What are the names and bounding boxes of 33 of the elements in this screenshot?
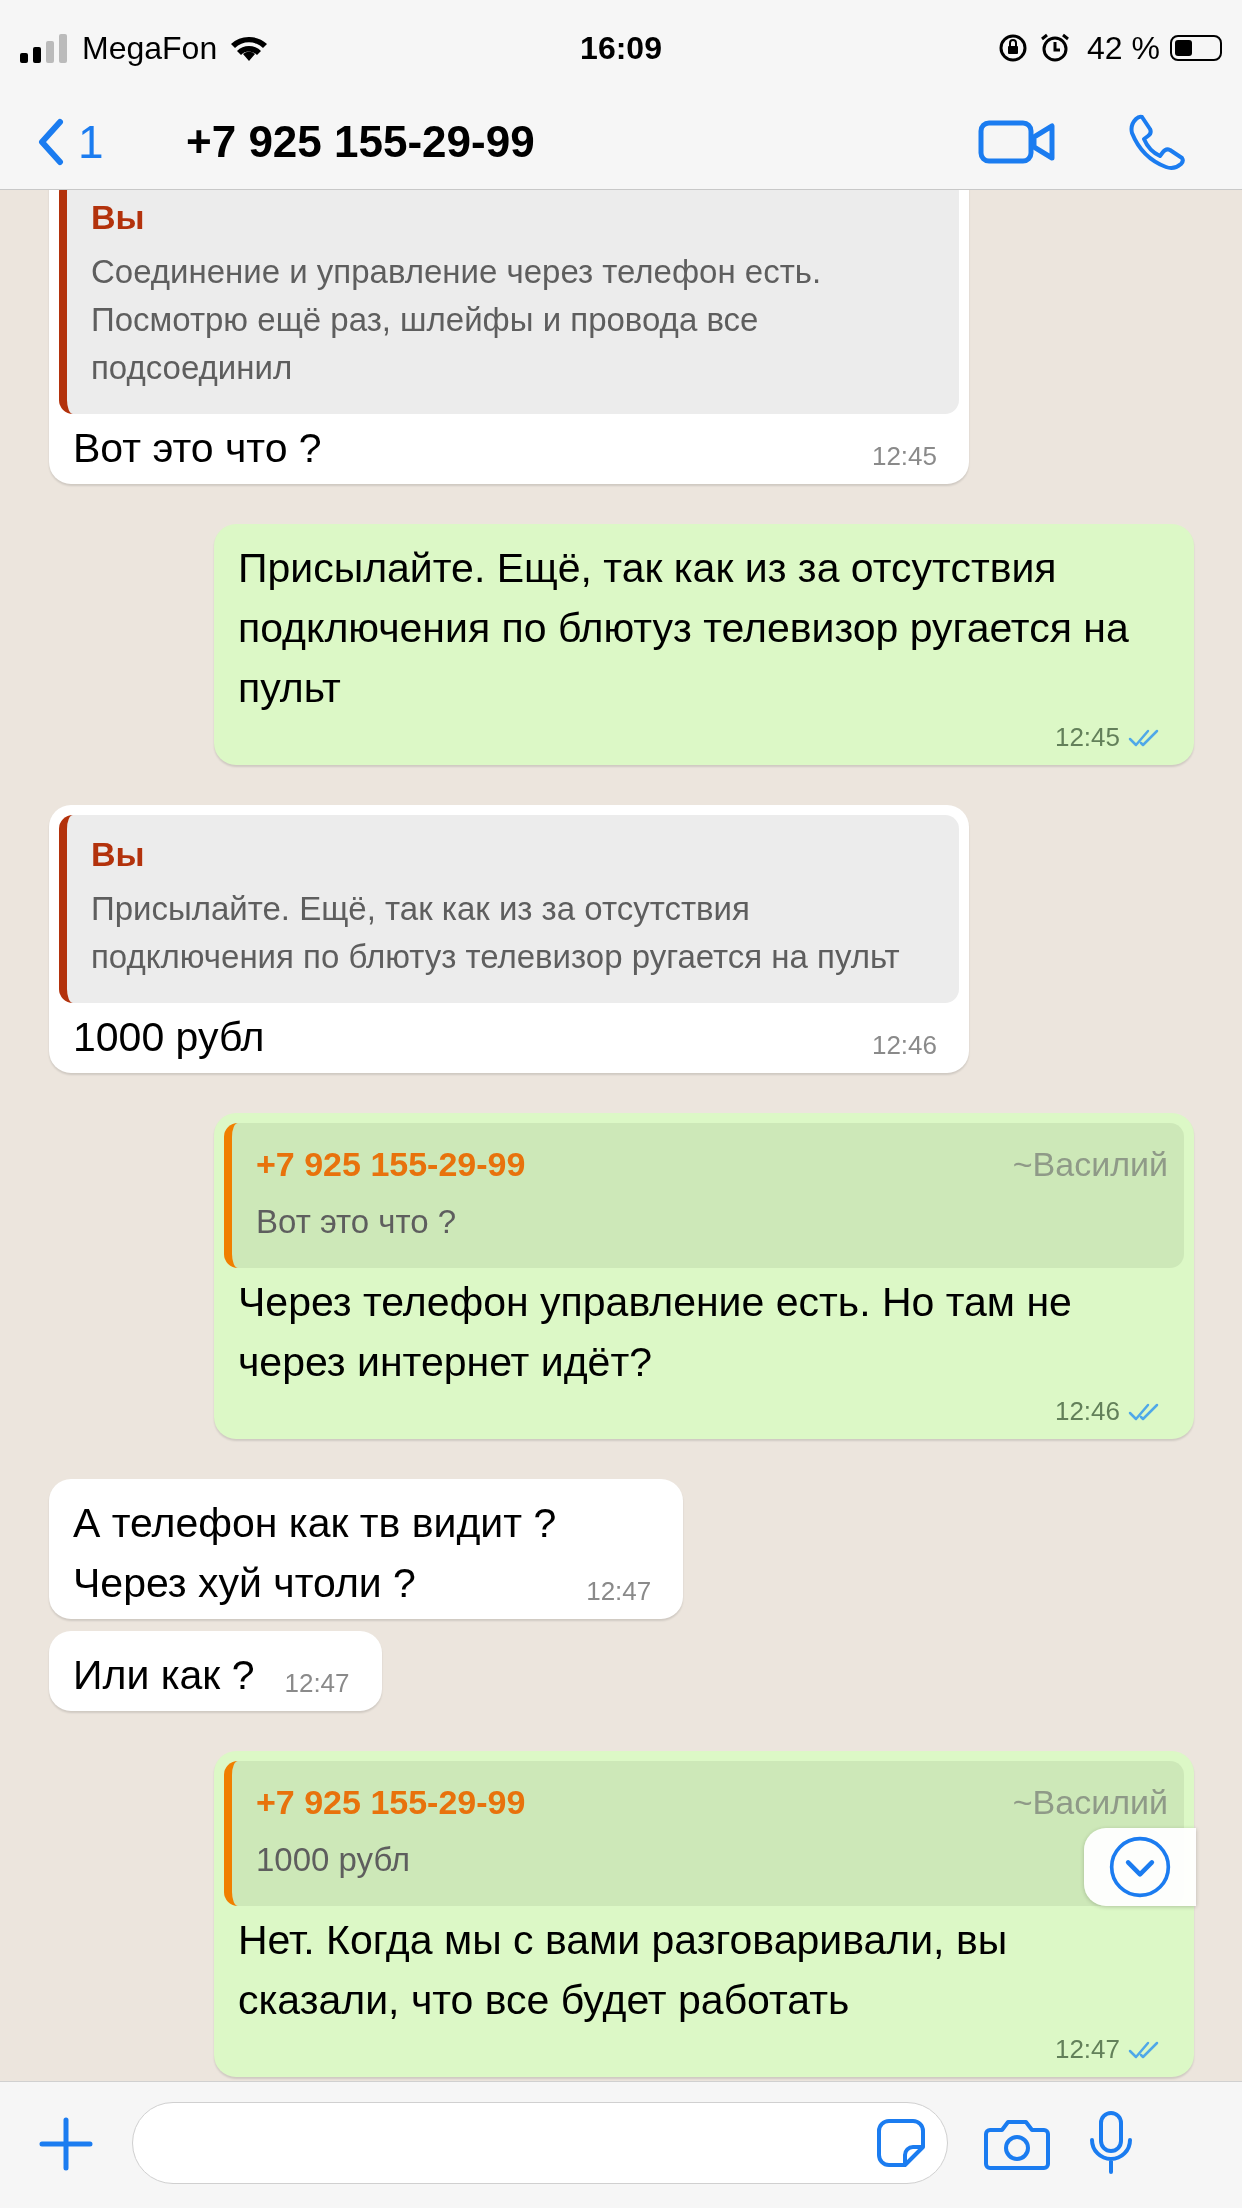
- carrier-name: MegaFon: [82, 28, 218, 68]
- quoted-message[interactable]: +7 925 155-29-99 ~Василий Вот это что ?: [224, 1123, 1184, 1268]
- quoted-message[interactable]: Вы Присылайте. Ещё, так как из за отсутствия подключения по блютуз телевизор ругается на пульт: [59, 815, 959, 1003]
- quote-push-name: ~Василий: [1012, 1144, 1168, 1185]
- contact-title[interactable]: +7 925 155-29-99: [186, 109, 978, 175]
- message-text: А телефон как тв видит ? Через хуй чтоли ?: [73, 1499, 557, 1608]
- message-time: 12:47: [1054, 2033, 1120, 2066]
- quoted-message[interactable]: Вы Соединение и управление через телефон есть. Посмотрю ещё раз, шлейфы и провода все подсоединил: [59, 190, 959, 414]
- message-text: Присылайте. Ещё, так как из за отсутствия подключения по блютуз телевизор ругается на пульт: [238, 544, 1130, 713]
- quote-author: Вы: [91, 197, 145, 238]
- message-text: 1000 рубл: [73, 1013, 265, 1062]
- quote-push-name: ~Василий: [1012, 1782, 1168, 1823]
- back-button[interactable]: 1: [36, 107, 186, 177]
- quote-text: Соединение и управление через телефон есть. Посмотрю ещё раз, шлейфы и провода все подсоединил: [91, 252, 823, 388]
- message-time: 12:46: [871, 1029, 937, 1062]
- message-time: 12:45: [1054, 721, 1120, 754]
- quote-author: +7 925 155-29-99: [256, 1144, 526, 1185]
- message-text: Нет. Когда мы с вами разговаривали, вы сказали, что все будет работать: [238, 1916, 1009, 2025]
- message-text: Или как ?: [73, 1651, 255, 1700]
- message-time: 12:47: [586, 1575, 652, 1608]
- quote-text: Вот это что ?: [256, 1202, 457, 1242]
- message-text: Через телефон управление есть. Но там не через интернет идёт?: [238, 1278, 1073, 1387]
- quote-author: +7 925 155-29-99: [256, 1782, 526, 1823]
- message-text: Вот это что ?: [73, 424, 322, 473]
- message-time: 12:45: [871, 440, 937, 473]
- message-time: 12:47: [284, 1667, 350, 1700]
- quote-text: 1000 рубл: [256, 1840, 411, 1880]
- quote-text: Присылайте. Ещё, так как из за отсутствия подключения по блютуз телевизор ругается на пульт: [91, 889, 901, 977]
- message-time: 12:46: [1054, 1395, 1120, 1428]
- battery-percent: 42 %: [1087, 28, 1160, 68]
- quoted-message[interactable]: +7 925 155-29-99 ~Василий 1000 рубл: [224, 1761, 1184, 1906]
- quote-author: Вы: [91, 834, 145, 875]
- clock-time: 16:09: [579, 28, 663, 68]
